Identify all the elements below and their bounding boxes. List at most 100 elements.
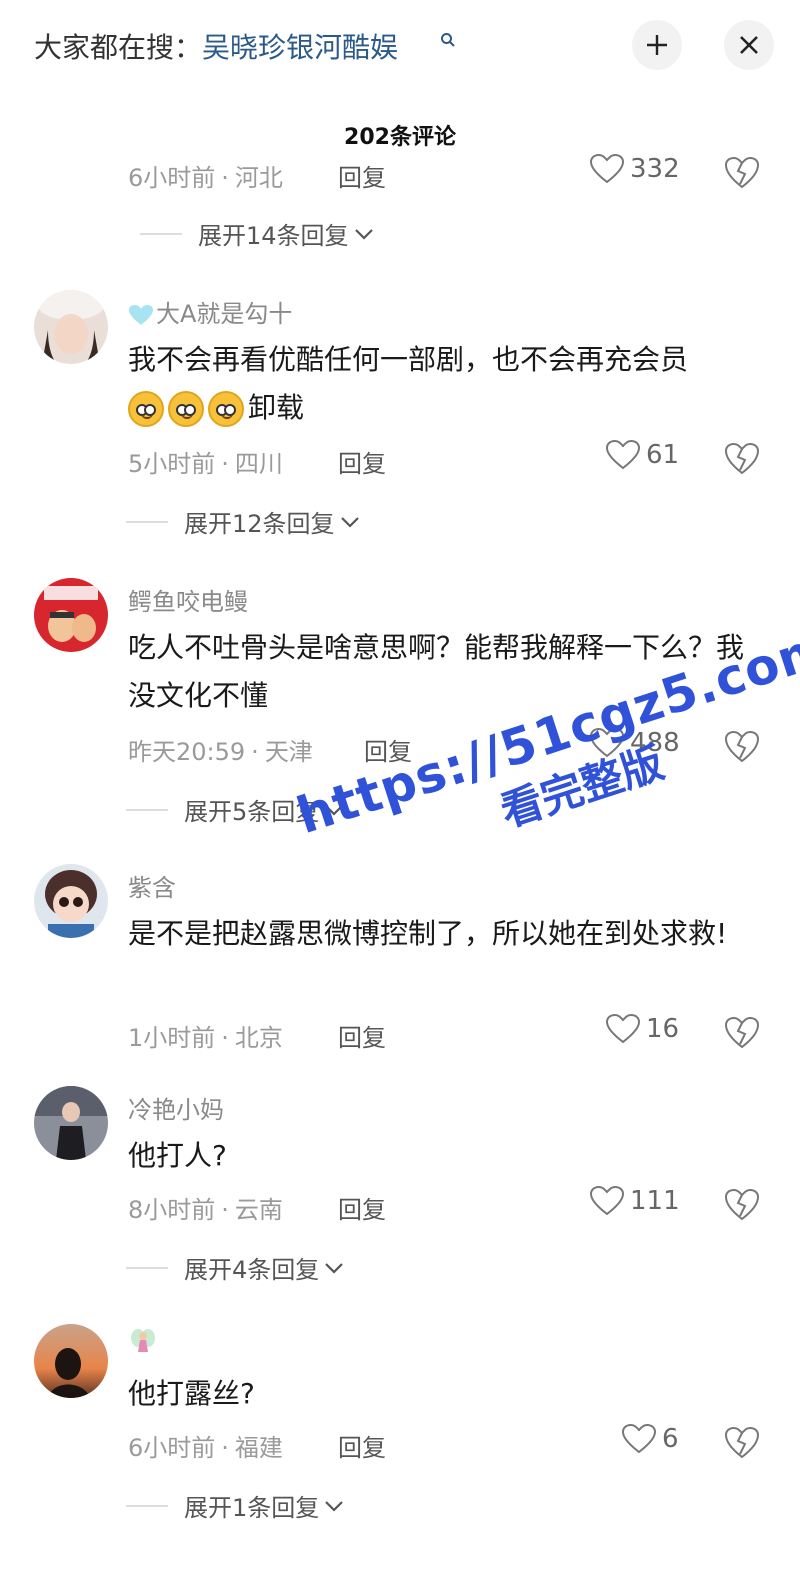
expand-replies-button[interactable]: 展开4条回复: [126, 1250, 345, 1285]
broken-heart-icon[interactable]: [724, 730, 760, 764]
comment-username[interactable]: 鳄鱼咬电鳗: [128, 582, 248, 617]
expand-label: 展开4条回复: [184, 1256, 320, 1284]
chevron-down-icon: [325, 1262, 344, 1274]
comment-text: 是不是把赵露思微博控制了，所以她在到处求救!: [128, 917, 728, 950]
expand-label: 展开1条回复: [184, 1494, 320, 1522]
comment-text: 他打人?: [128, 1139, 227, 1172]
broken-heart-icon[interactable]: [724, 1188, 760, 1222]
heart-icon: [606, 440, 640, 470]
hot-search-term[interactable]: 吴晓珍银河酷娱: [202, 31, 398, 64]
close-button[interactable]: [724, 20, 774, 70]
search-icon[interactable]: [440, 32, 456, 48]
like-button[interactable]: 61: [606, 440, 679, 470]
expand-line: [126, 520, 168, 523]
heart-icon: [590, 1186, 624, 1216]
like-count: 6: [662, 1424, 679, 1454]
top-bar: 大家都在搜：吴晓珍银河酷娱: [0, 0, 800, 95]
comment-meta: 1小时前 · 北京: [128, 1024, 283, 1052]
heart-icon: [622, 1424, 656, 1454]
broken-heart-icon[interactable]: [724, 442, 760, 476]
expand-replies-button[interactable]: 展开5条回复: [126, 792, 345, 827]
comment-item: 大A就是勾十 我不会再看优酷任何一部剧，也不会再充会员 卸载 5小时前 · 四川 回…: [0, 290, 800, 550]
comment-text: 我不会再看优酷任何一部剧，也不会再充会员 卸载: [128, 336, 758, 432]
comment-meta: 昨天20:59 · 天津: [128, 738, 313, 766]
reply-button[interactable]: 回复: [338, 158, 386, 193]
comment-meta: 8小时前 · 云南: [128, 1196, 283, 1224]
broken-heart-icon[interactable]: [724, 1016, 760, 1050]
expand-label: 展开5条回复: [184, 798, 320, 826]
flushed-emoji-icon: [168, 391, 204, 427]
expand-line: [126, 1504, 168, 1507]
comment-location: 河北: [234, 164, 283, 192]
comment-time: 1小时前: [128, 1024, 216, 1052]
avatar[interactable]: [34, 1086, 108, 1160]
hot-search-label: 大家都在搜：: [34, 31, 203, 64]
comment-item: 鳄鱼咬电鳗 吃人不吐骨头是啥意思啊？能帮我解释一下么？我没文化不懂 昨天20:5…: [0, 578, 800, 838]
expand-replies-button[interactable]: 展开1条回复: [126, 1488, 345, 1523]
comment-time: 8小时前: [128, 1196, 216, 1224]
comment-item: 冷艳小妈 他打人? 8小时前 · 云南 回复 111 展开4条回复: [0, 1086, 800, 1286]
comment-time: 5小时前: [128, 450, 216, 478]
flushed-emoji-icon: [128, 391, 164, 427]
avatar[interactable]: [34, 578, 108, 652]
like-button[interactable]: 488: [590, 728, 680, 758]
comment-text: 吃人不吐骨头是啥意思啊？能帮我解释一下么？我没文化不懂: [128, 631, 745, 712]
like-button[interactable]: 332: [590, 154, 680, 184]
comment-location: 福建: [234, 1434, 283, 1462]
expand-replies-button[interactable]: 展开12条回复: [126, 504, 361, 539]
heart-icon: [590, 728, 624, 758]
avatar[interactable]: [34, 1324, 108, 1398]
comment-text: 他打露丝?: [128, 1377, 255, 1410]
reply-button[interactable]: 回复: [338, 1190, 386, 1225]
collapse-icon: [647, 35, 667, 55]
comment-location: 北京: [234, 1024, 283, 1052]
close-icon: [740, 36, 758, 54]
collapse-button[interactable]: [632, 20, 682, 70]
expand-line: [126, 808, 168, 811]
chevron-down-icon: [340, 516, 359, 528]
expand-label: 展开12条回复: [184, 510, 335, 538]
comment-username[interactable]: [128, 1326, 158, 1362]
heart-icon: [606, 1014, 640, 1044]
like-count: 488: [630, 728, 680, 758]
comment-item: 他打露丝? 6小时前 · 福建 回复 6 展开1条回复: [0, 1324, 800, 1534]
reply-button[interactable]: 回复: [338, 1428, 386, 1463]
comment-username[interactable]: 冷艳小妈: [128, 1090, 224, 1125]
comment-meta: 6小时前 · 福建: [128, 1434, 283, 1462]
reply-button[interactable]: 回复: [338, 1018, 386, 1053]
broken-heart-icon[interactable]: [724, 156, 760, 190]
expand-label: 展开14条回复: [198, 222, 349, 250]
chevron-down-icon: [354, 228, 373, 240]
comment-username[interactable]: 紫含: [128, 868, 176, 903]
heart-badge-icon: [129, 305, 153, 325]
hot-search-banner[interactable]: 大家都在搜：吴晓珍银河酷娱: [34, 26, 398, 66]
like-count: 61: [646, 440, 680, 470]
comment-item: 紫含 是不是把赵露思微博控制了，所以她在到处求救! 1小时前 · 北京 回复 16: [0, 864, 800, 1064]
fairy-icon: [131, 1329, 155, 1352]
comment-item: 6小时前 · 河北 回复 332 展开14条回复: [0, 150, 800, 260]
comment-location: 云南: [234, 1196, 283, 1224]
like-count: 332: [630, 154, 680, 184]
chevron-down-icon: [325, 1500, 344, 1512]
comment-meta: 6小时前 · 河北: [128, 164, 283, 192]
like-button[interactable]: 6: [622, 1424, 679, 1454]
comment-username[interactable]: 大A就是勾十: [128, 294, 292, 329]
reply-button[interactable]: 回复: [364, 732, 412, 767]
avatar[interactable]: [34, 864, 108, 938]
reply-button[interactable]: 回复: [338, 444, 386, 479]
expand-replies-button[interactable]: 展开14条回复: [140, 216, 375, 251]
avatar[interactable]: [34, 290, 108, 364]
like-button[interactable]: 111: [590, 1186, 680, 1216]
comment-location: 四川: [234, 450, 283, 478]
like-count: 111: [630, 1186, 680, 1216]
comment-time: 6小时前: [128, 164, 216, 192]
comment-meta: 5小时前 · 四川: [128, 450, 283, 478]
expand-line: [140, 232, 182, 235]
comment-time: 6小时前: [128, 1434, 216, 1462]
broken-heart-icon[interactable]: [724, 1426, 760, 1460]
chevron-down-icon: [325, 804, 344, 816]
expand-line: [126, 1266, 168, 1269]
comment-count: 202条评论: [344, 125, 456, 150]
like-button[interactable]: 16: [606, 1014, 679, 1044]
like-count: 16: [646, 1014, 680, 1044]
